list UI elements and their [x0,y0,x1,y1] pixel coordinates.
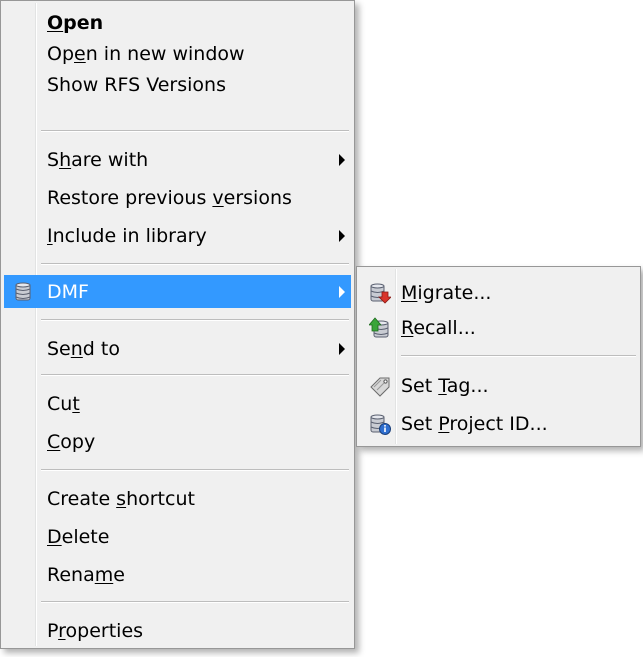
menu-item-properties[interactable]: Properties [4,615,351,647]
menu-item-label: Include in library [47,225,207,247]
menu-item-label: Cut [47,393,80,415]
menu-item-send-to[interactable]: Send to [4,333,351,365]
submenu-item-set-tag[interactable]: Set Tag... [360,370,637,402]
menu-item-label: Restore previous versions [47,187,292,209]
submenu-item-set-project-id[interactable]: Set Project ID... [360,408,637,440]
menu-item-label: Open in new window [47,43,245,65]
database-icon [12,281,34,303]
submenu-arrow-icon [339,154,345,166]
menu-item-label: Open [47,12,104,34]
project-id-icon [369,413,391,435]
menu-separator [41,469,349,471]
menu-item-label: Show RFS Versions [47,74,226,96]
menu-item-include-in-library[interactable]: Include in library [4,220,351,252]
menu-item-restore-previous-versions[interactable]: Restore previous versions [4,182,351,214]
menu-separator [401,355,636,357]
menu-separator [41,374,349,376]
menu-separator [41,319,349,321]
menu-item-label: DMF [47,280,89,303]
menu-item-create-shortcut[interactable]: Create shortcut [4,483,351,515]
dmf-submenu: Migrate... Recall... Set Tag... Set Proj… [356,266,641,447]
menu-item-open-new-window[interactable]: Open in new window [4,38,351,70]
menu-item-label: Copy [47,431,96,453]
submenu-item-label: Set Project ID... [401,413,548,435]
submenu-item-label: Set Tag... [401,375,489,397]
menu-item-show-rfs-versions[interactable]: Show RFS Versions [4,69,351,101]
menu-item-copy[interactable]: Copy [4,426,351,458]
menu-separator [41,263,349,265]
menu-item-label: Rename [47,564,125,586]
menu-item-rename[interactable]: Rename [4,559,351,591]
context-menu: Open Open in new window Show RFS Version… [0,0,355,649]
menu-separator [41,130,349,132]
menu-item-label: Create shortcut [47,488,195,510]
menu-item-label: Delete [47,526,110,548]
tag-icon [369,375,391,397]
submenu-arrow-icon [339,343,345,355]
submenu-item-recall[interactable]: Recall... [360,312,637,344]
menu-item-share-with[interactable]: Share with [4,144,351,176]
submenu-item-label: Migrate... [401,282,492,304]
migrate-icon [369,282,392,304]
menu-item-dmf[interactable]: DMF [4,275,351,308]
recall-icon [368,317,391,339]
menu-item-label: Send to [47,338,120,360]
menu-item-open[interactable]: Open [4,7,351,39]
submenu-arrow-icon [339,230,345,242]
submenu-arrow-icon [339,285,345,298]
submenu-item-migrate[interactable]: Migrate... [360,277,637,309]
menu-item-cut[interactable]: Cut [4,388,351,420]
menu-separator [41,601,349,603]
menu-item-delete[interactable]: Delete [4,521,351,553]
menu-item-label: Share with [47,149,149,171]
menu-item-label: Properties [47,620,144,642]
submenu-item-label: Recall... [401,317,476,339]
